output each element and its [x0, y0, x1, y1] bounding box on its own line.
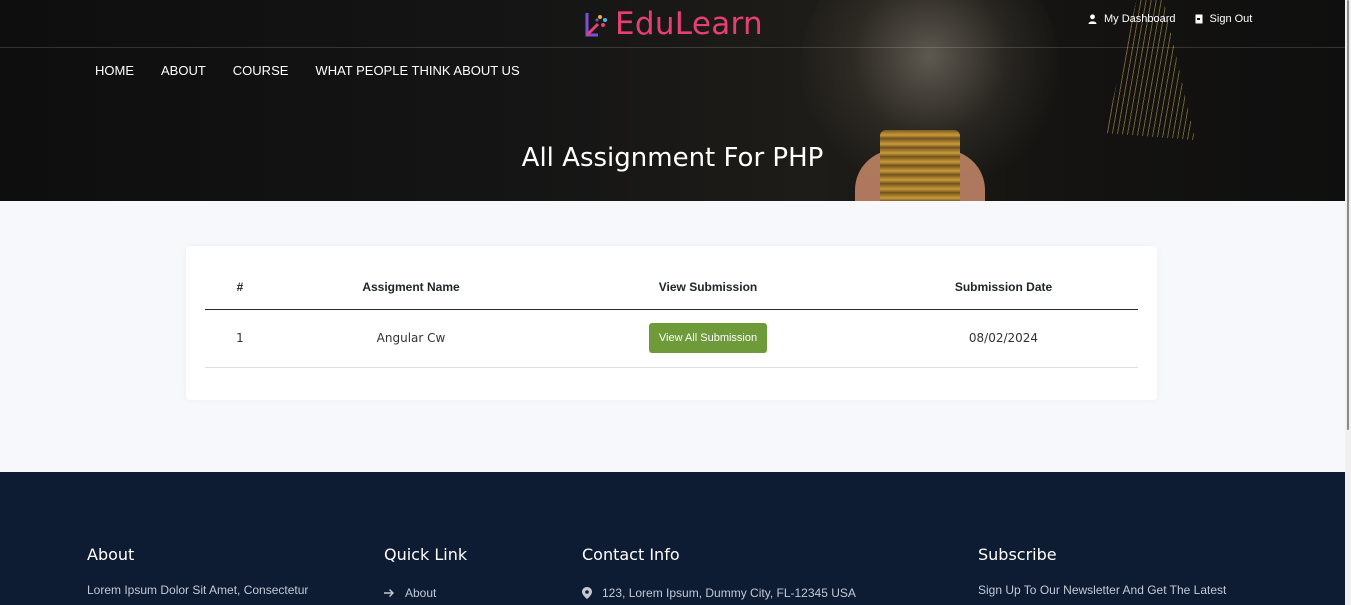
- view-all-submission-button[interactable]: View All Submission: [648, 323, 768, 353]
- footer-subscribe-title: Subscribe: [978, 545, 1057, 564]
- logo-icon: [585, 13, 607, 37]
- footer-contact-title: Contact Info: [582, 545, 680, 564]
- footer-address-text: 123, Lorem Ipsum, Dummy City, FL-12345 U…: [602, 586, 856, 600]
- header-view-submission: View Submission: [547, 266, 869, 310]
- footer-link-about[interactable]: About: [384, 586, 436, 600]
- hero-banner: EduLearn My Dashboard Sign Out HOME ABOU…: [0, 0, 1345, 201]
- signout-icon: [1195, 14, 1203, 24]
- nav-about[interactable]: ABOUT: [161, 63, 206, 78]
- footer-quick-link-title: Quick Link: [384, 545, 468, 564]
- row-assignment-name: Angular Cw: [275, 309, 547, 368]
- nav-home[interactable]: HOME: [95, 63, 134, 78]
- footer-link-about-label: About: [405, 586, 437, 600]
- table-header-row: # Assigment Name View Submission Submiss…: [205, 266, 1138, 310]
- footer-about-text: Lorem Ipsum Dolor Sit Amet, Consectetur: [87, 583, 309, 597]
- sign-out-link[interactable]: Sign Out: [1195, 13, 1253, 25]
- sign-out-label: Sign Out: [1209, 13, 1253, 25]
- header-divider: [0, 47, 1345, 48]
- nav-testimonials[interactable]: WHAT PEOPLE THINK ABOUT US: [315, 63, 519, 78]
- page-title: All Assignment For PHP: [521, 143, 824, 173]
- header-number: #: [205, 266, 275, 310]
- arrow-right-icon: [384, 589, 394, 597]
- footer-about-title: About: [87, 545, 135, 564]
- row-number: 1: [205, 309, 275, 368]
- footer: About Lorem Ipsum Dolor Sit Amet, Consec…: [0, 472, 1345, 605]
- row-submission-date: 08/02/2024: [869, 309, 1138, 368]
- location-pin-icon: [582, 587, 592, 599]
- header-assignment-name: Assigment Name: [275, 266, 547, 310]
- main-nav: HOME ABOUT COURSE WHAT PEOPLE THINK ABOU…: [95, 63, 547, 78]
- nav-course[interactable]: COURSE: [233, 63, 289, 78]
- user-icon: [1088, 14, 1097, 24]
- table-row: 1 Angular Cw View All Submission 08/02/2…: [205, 309, 1138, 368]
- row-view-cell: View All Submission: [547, 309, 869, 368]
- logo[interactable]: EduLearn: [584, 6, 763, 42]
- my-dashboard-label: My Dashboard: [1104, 13, 1176, 25]
- footer-address: 123, Lorem Ipsum, Dummy City, FL-12345 U…: [582, 586, 856, 600]
- header-submission-date: Submission Date: [869, 266, 1138, 310]
- page-scrollbar[interactable]: [1345, 0, 1351, 605]
- top-links: My Dashboard Sign Out: [1088, 13, 1271, 25]
- scrollbar-thumb[interactable]: [1347, 0, 1349, 430]
- logo-text: EduLearn: [615, 6, 763, 42]
- assignment-card: # Assigment Name View Submission Submiss…: [186, 246, 1157, 400]
- assignment-table: # Assigment Name View Submission Submiss…: [205, 266, 1138, 368]
- footer-subscribe-text: Sign Up To Our Newsletter And Get The La…: [978, 583, 1227, 597]
- my-dashboard-link[interactable]: My Dashboard: [1088, 13, 1176, 25]
